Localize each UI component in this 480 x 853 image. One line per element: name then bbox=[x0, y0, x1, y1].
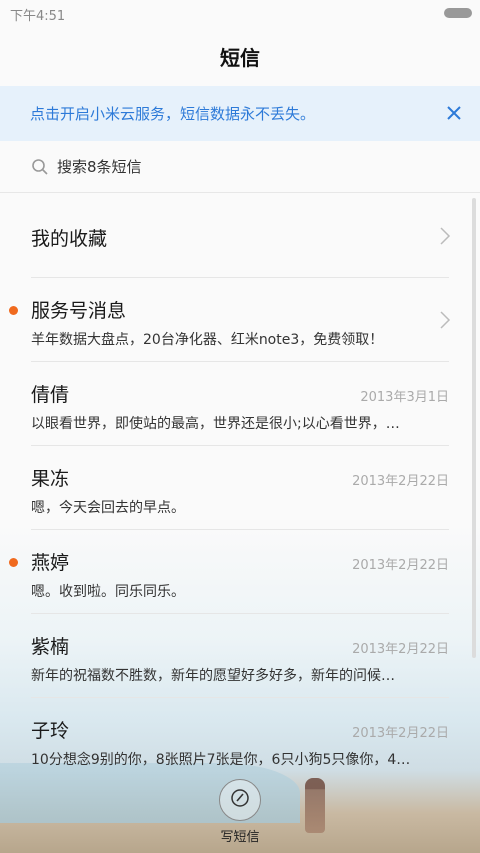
contact-name: 紫楠 bbox=[31, 636, 70, 658]
contact-name: 子玲 bbox=[31, 720, 70, 742]
service-name: 服务号消息 bbox=[31, 300, 127, 322]
search-input[interactable] bbox=[57, 157, 357, 176]
search-icon bbox=[31, 158, 49, 176]
unread-dot bbox=[9, 558, 18, 567]
message-preview: 以眼看世界，即使站的最高，世界还是很小;以心看世界，… bbox=[31, 416, 400, 432]
contact-name: 果冻 bbox=[31, 468, 70, 490]
page-title: 短信 bbox=[220, 45, 260, 70]
contact-name: 燕婷 bbox=[31, 552, 70, 574]
search-bar[interactable] bbox=[0, 141, 480, 193]
contact-name: 倩倩 bbox=[31, 384, 70, 406]
message-preview: 新年的祝福数不胜数，新年的愿望好多好多，新年的问候… bbox=[31, 668, 395, 684]
scrollbar[interactable] bbox=[472, 198, 476, 658]
status-time: 下午4:51 bbox=[10, 9, 66, 24]
service-messages-row[interactable]: 服务号消息 羊年数据大盘点，20台净化器、红米note3，免费领取！ bbox=[9, 278, 451, 362]
message-date: 2013年2月22日 bbox=[352, 474, 449, 489]
conversation-row[interactable]: 燕婷 2013年2月22日 嗯。收到啦。同乐同乐。 bbox=[9, 530, 449, 614]
conversation-row[interactable]: 倩倩 2013年3月1日 以眼看世界，即使站的最高，世界还是很小;以心看世界，… bbox=[31, 362, 449, 446]
cloud-service-banner[interactable]: 点击开启小米云服务，短信数据永不丢失。 bbox=[0, 86, 480, 141]
service-preview: 羊年数据大盘点，20台净化器、红米note3，免费领取！ bbox=[31, 332, 384, 348]
conversation-row[interactable]: 紫楠 2013年2月22日 新年的祝福数不胜数，新年的愿望好多好多，新年的问候… bbox=[31, 614, 449, 698]
title-bar: 短信 bbox=[0, 26, 480, 86]
battery-icon bbox=[444, 8, 472, 18]
pencil-icon bbox=[229, 787, 251, 813]
message-preview: 嗯，今天会回去的早点。 bbox=[31, 500, 185, 516]
conversation-row[interactable]: 果冻 2013年2月22日 嗯，今天会回去的早点。 bbox=[31, 446, 449, 530]
message-date: 2013年2月22日 bbox=[352, 726, 449, 741]
message-date: 2013年2月22日 bbox=[352, 558, 449, 573]
favorites-row[interactable]: 我的收藏 bbox=[31, 194, 451, 278]
banner-text[interactable]: 点击开启小米云服务，短信数据永不丢失。 bbox=[30, 103, 315, 124]
message-preview: 嗯。收到啦。同乐同乐。 bbox=[31, 584, 185, 600]
unread-dot bbox=[9, 306, 18, 315]
compose-button[interactable] bbox=[219, 779, 261, 821]
favorites-label: 我的收藏 bbox=[31, 228, 108, 250]
message-preview: 10分想念9别的你，8张照片7张是你，6只小狗5只像你，4… bbox=[31, 752, 411, 768]
background-person bbox=[305, 778, 325, 833]
status-bar: 下午4:51 bbox=[0, 0, 480, 26]
compose-label[interactable]: 写短信 bbox=[0, 826, 480, 845]
chevron-right-icon bbox=[439, 310, 451, 330]
close-icon[interactable] bbox=[444, 103, 464, 123]
chevron-right-icon bbox=[439, 226, 451, 246]
message-date: 2013年3月1日 bbox=[360, 390, 449, 405]
conversation-list: 我的收藏 服务号消息 羊年数据大盘点，20台净化器、红米note3，免费领取！ … bbox=[0, 194, 480, 782]
message-date: 2013年2月22日 bbox=[352, 642, 449, 657]
conversation-row[interactable]: 子玲 2013年2月22日 10分想念9别的你，8张照片7张是你，6只小狗5只像… bbox=[31, 698, 449, 782]
